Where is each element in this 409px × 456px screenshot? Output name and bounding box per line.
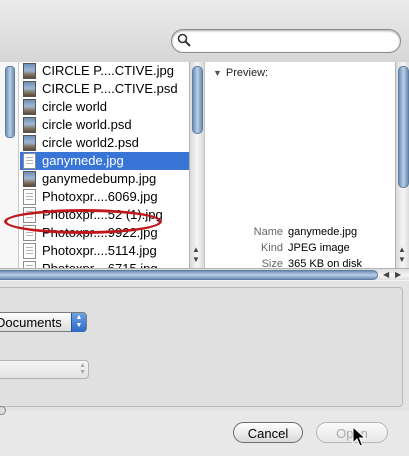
file-name: Photoxpr....52 (1).jpg: [42, 207, 163, 222]
info-key: Kind: [260, 242, 283, 254]
file-list: CIRCLE P....CTIVE.jpg CIRCLE P....CTIVE.p…: [20, 62, 190, 278]
image-file-icon: [23, 117, 36, 133]
scroll-up-arrow-icon[interactable]: ▲: [192, 246, 200, 254]
file-row[interactable]: ganymede.jpg: [20, 152, 190, 170]
file-row[interactable]: circle world: [20, 98, 190, 116]
info-row: Kind JPEG image: [205, 240, 395, 256]
scroll-left-arrow-icon[interactable]: ◀: [383, 270, 389, 279]
info-value: ganymede.jpg: [288, 226, 358, 238]
preview-heading[interactable]: ▼ Preview:: [213, 67, 268, 79]
file-row[interactable]: CIRCLE P....CTIVE.psd: [20, 80, 190, 98]
location-popup-value: Documents: [0, 315, 62, 330]
file-name: ganymedebump.jpg: [42, 171, 157, 186]
file-row[interactable]: circle world2.psd: [20, 134, 190, 152]
file-row[interactable]: Photoxpr....9922.jpg: [20, 224, 190, 242]
previous-column-scroll-thumb[interactable]: [5, 66, 15, 138]
scroll-down-arrow-icon[interactable]: ▼: [192, 256, 200, 264]
file-row[interactable]: circle world.psd: [20, 116, 190, 134]
file-column-scrollbar[interactable]: ▲ ▼: [189, 62, 204, 268]
image-file-icon: [23, 63, 36, 79]
mouse-cursor-icon: [352, 426, 366, 447]
horizontal-scroll-thumb[interactable]: [0, 270, 378, 280]
file-name: CIRCLE P....CTIVE.jpg: [42, 63, 174, 78]
image-file-icon: [23, 171, 36, 187]
info-value: JPEG image: [288, 242, 350, 254]
scroll-down-arrow-icon[interactable]: ▼: [398, 256, 406, 264]
options-box: Documents ▲ ▼ ▲ ▼: [0, 287, 403, 415]
dialog-toolbar: [0, 0, 409, 63]
search-field[interactable]: [171, 29, 401, 53]
file-row[interactable]: ganymedebump.jpg: [20, 170, 190, 188]
scroll-right-arrow-icon[interactable]: ▶: [395, 270, 401, 279]
preview-heading-label: Preview:: [225, 67, 269, 79]
popup-arrows-icon: ▲ ▼: [79, 362, 86, 376]
info-row: Name ganymede.jpg: [205, 224, 395, 240]
document-file-icon: [23, 189, 36, 205]
cancel-button[interactable]: Cancel: [233, 422, 303, 443]
secondary-popup[interactable]: ▲ ▼: [0, 360, 89, 379]
file-name: CIRCLE P....CTIVE.psd: [42, 81, 178, 96]
file-name: Photoxpr....9922.jpg: [42, 225, 158, 240]
options-panel: Documents ▲ ▼ ▲ ▼: [0, 280, 409, 415]
file-row[interactable]: Photoxpr....5114.jpg: [20, 242, 190, 260]
column-browser: CIRCLE P....CTIVE.jpg CIRCLE P....CTIVE.p…: [0, 62, 409, 286]
file-row[interactable]: Photoxpr....52 (1).jpg: [20, 206, 190, 224]
location-popup[interactable]: Documents ▲ ▼: [0, 312, 87, 332]
preview-column-scrollbar[interactable]: ▲ ▼: [395, 62, 409, 268]
preview-scroll-thumb[interactable]: [398, 66, 409, 188]
file-row[interactable]: CIRCLE P....CTIVE.jpg: [20, 62, 190, 80]
file-name: circle world2.psd: [42, 135, 139, 150]
file-row[interactable]: Photoxpr....6069.jpg: [20, 188, 190, 206]
file-column-scroll-thumb[interactable]: [192, 66, 203, 134]
preview-column: ▼ Preview: Name ganymede.jpg Kind JPEG image…: [205, 62, 409, 286]
file-name: circle world.psd: [42, 117, 132, 132]
document-file-icon: [23, 225, 36, 241]
document-file-icon: [23, 207, 36, 223]
document-file-icon: [23, 153, 36, 169]
search-icon: [177, 33, 191, 47]
resize-knob-icon[interactable]: [0, 406, 6, 415]
file-name: Photoxpr....5114.jpg: [42, 243, 157, 258]
image-file-icon: [23, 135, 36, 151]
file-name: Photoxpr....6069.jpg: [42, 189, 158, 204]
file-name: circle world: [42, 99, 108, 114]
disclosure-triangle-icon[interactable]: ▼: [213, 68, 222, 78]
image-file-icon: [23, 81, 36, 97]
previous-column-edge[interactable]: [0, 62, 19, 268]
file-name: ganymede.jpg: [42, 153, 124, 168]
scroll-up-arrow-icon[interactable]: ▲: [398, 246, 406, 254]
image-file-icon: [23, 99, 36, 115]
file-column: CIRCLE P....CTIVE.jpg CIRCLE P....CTIVE.p…: [0, 62, 205, 280]
info-key: Name: [253, 226, 283, 238]
popup-arrows-icon: ▲ ▼: [71, 313, 86, 332]
document-file-icon: [23, 243, 36, 259]
